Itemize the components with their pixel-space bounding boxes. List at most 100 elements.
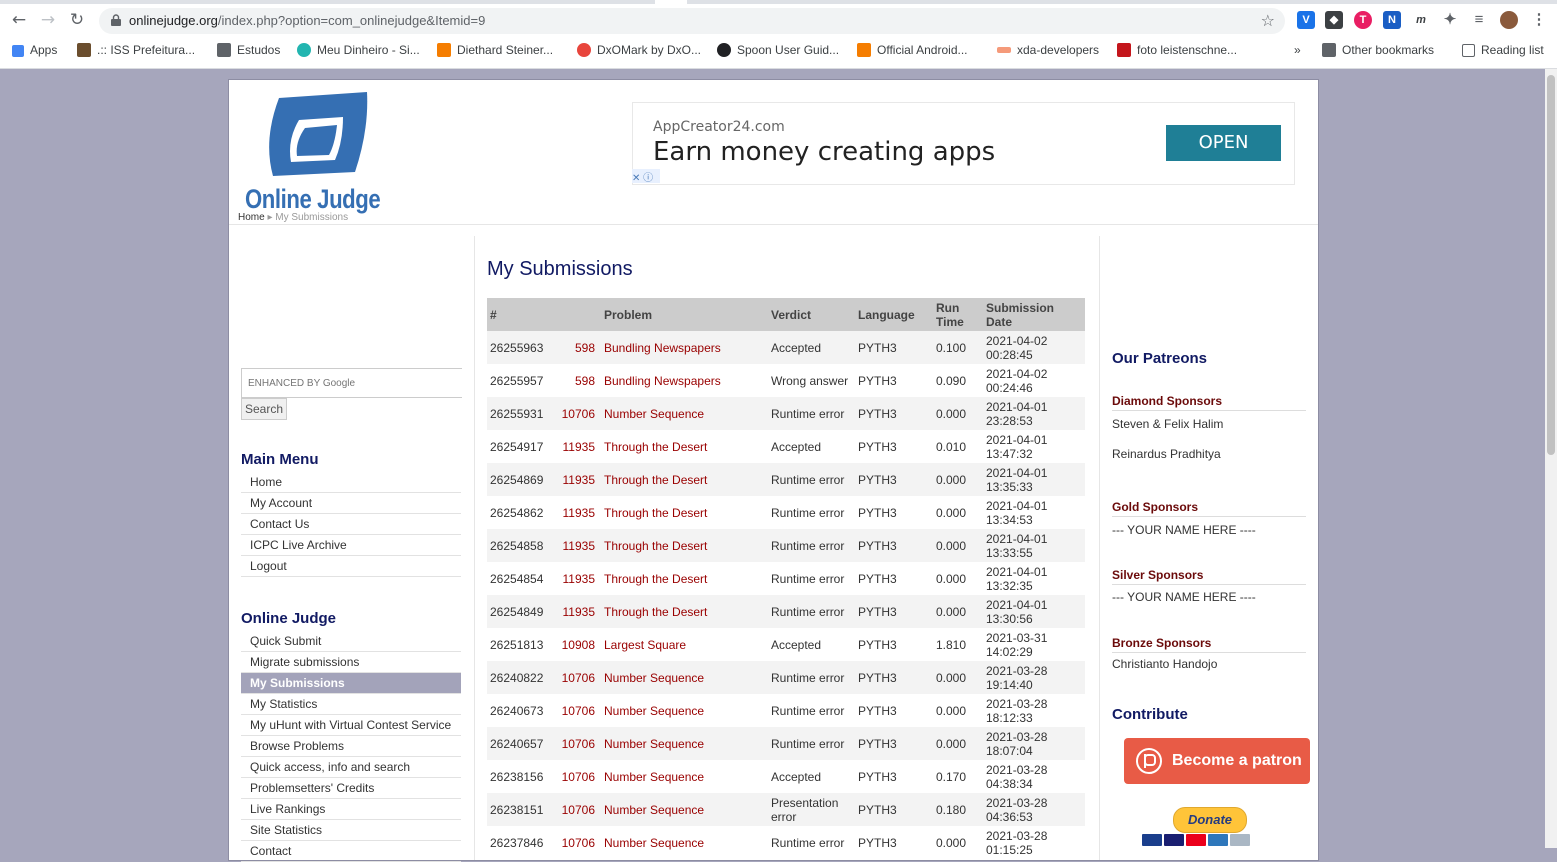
submission-id: 26238151 <box>487 793 555 826</box>
menu-item-my-account[interactable]: My Account <box>241 493 461 514</box>
problem-number[interactable]: 10706 <box>555 661 601 694</box>
site-header: Online Judge Home ▸ My Submissions AppCr… <box>229 80 1318 225</box>
run-time: 0.100 <box>933 331 983 364</box>
menu-item-home[interactable]: Home <box>241 472 461 493</box>
card-icon <box>1142 834 1162 846</box>
problem-title-link[interactable]: Through the Desert <box>601 529 768 562</box>
reload-icon[interactable]: ↻ <box>66 9 88 31</box>
run-time: 0.010 <box>936 439 967 454</box>
problem-number[interactable]: 11935 <box>555 496 601 529</box>
menu-item-contact-us[interactable]: Contact Us <box>241 514 461 535</box>
bookmark-item[interactable]: foto leistenschne... <box>1117 43 1237 57</box>
become-patron-button[interactable]: Become a patron <box>1124 738 1310 784</box>
reading-list[interactable]: Reading list <box>1462 43 1544 57</box>
search-input[interactable] <box>242 369 464 397</box>
menu-item-logout[interactable]: Logout <box>241 556 461 577</box>
problem-title-link[interactable]: Through the Desert <box>601 595 768 628</box>
bookmark-folder[interactable]: Estudos <box>217 43 280 57</box>
language: PYTH3 <box>855 463 933 496</box>
extension-badge-icon[interactable]: N <box>1383 11 1401 29</box>
menu-item-my-statistics[interactable]: My Statistics <box>241 694 461 715</box>
problem-number[interactable]: 11935 <box>555 529 601 562</box>
problem-number[interactable]: 10706 <box>555 397 601 430</box>
extensions-puzzle-icon[interactable]: ✦ <box>1441 11 1459 29</box>
bookmark-item[interactable]: DxOMark by DxO... <box>577 43 701 57</box>
bookmark-item[interactable]: Official Android... <box>857 43 968 57</box>
submission-date-time: 04:36:53 <box>986 809 1033 824</box>
back-icon[interactable]: ← <box>8 9 30 31</box>
problem-title-link[interactable]: Number Sequence <box>601 397 768 430</box>
menu-kebab-icon[interactable]: ⋮ <box>1530 11 1548 29</box>
submission-date: 2021-03-28 19:14:40 <box>983 661 1085 694</box>
problem-title-link[interactable]: Through the Desert <box>601 430 768 463</box>
menu-item-contact[interactable]: Contact <box>241 841 461 862</box>
problem-number[interactable]: 10706 <box>555 826 601 859</box>
address-bar[interactable]: onlinejudge.org/index.php?option=com_onl… <box>99 8 1285 34</box>
problem-title-link[interactable]: Through the Desert <box>601 463 768 496</box>
problem-title-link[interactable]: Bundling Newspapers <box>601 331 768 364</box>
forward-icon[interactable]: → <box>37 9 59 31</box>
extension-m-icon[interactable]: m <box>1412 11 1430 29</box>
bookmark-item[interactable]: Diethard Steiner... <box>437 43 553 57</box>
breadcrumb-home[interactable]: Home <box>238 212 265 223</box>
problem-number[interactable]: 10706 <box>555 793 601 826</box>
bookmark-item[interactable]: xda-developers <box>997 43 1099 57</box>
bookmark-item[interactable]: .:: ISS Prefeitura... <box>77 43 195 57</box>
ad-open-button[interactable]: OPEN <box>1166 125 1281 161</box>
reading-mode-icon[interactable]: ≡ <box>1470 11 1488 29</box>
menu-item-my-submissions[interactable]: My Submissions <box>241 673 461 694</box>
problem-title-link[interactable]: Number Sequence <box>601 760 768 793</box>
bookmark-item[interactable]: Spoon User Guid... <box>717 43 839 57</box>
problem-title-link[interactable]: Through the Desert <box>601 562 768 595</box>
search-button[interactable]: Search <box>241 398 287 420</box>
menu-item-problemsetters-credits[interactable]: Problemsetters' Credits <box>241 778 461 799</box>
run-time: 0.000 <box>933 727 983 760</box>
menu-item-quick-submit[interactable]: Quick Submit <box>241 631 461 652</box>
bookmark-star-icon[interactable]: ☆ <box>1261 11 1275 30</box>
problem-title-link[interactable]: Bundling Newspapers <box>601 364 768 397</box>
problem-number[interactable]: 598 <box>555 364 601 397</box>
menu-item-browse-problems[interactable]: Browse Problems <box>241 736 461 757</box>
problem-number[interactable]: 598 <box>555 331 601 364</box>
donate-button[interactable]: Donate <box>1173 807 1247 833</box>
menu-item-uhunt[interactable]: My uHunt with Virtual Contest Service <box>241 715 461 736</box>
problem-number[interactable]: 10706 <box>555 760 601 793</box>
more-bookmarks-icon[interactable]: » <box>1294 43 1301 57</box>
scrollbar-thumb[interactable] <box>1547 75 1555 455</box>
menu-item-site-statistics[interactable]: Site Statistics <box>241 820 461 841</box>
menu-item-icpc-live-archive[interactable]: ICPC Live Archive <box>241 535 461 556</box>
problem-title-link[interactable]: Number Sequence <box>601 826 768 859</box>
problem-number[interactable]: 11935 <box>555 463 601 496</box>
verdict: Runtime error <box>768 463 855 496</box>
menu-item-live-rankings[interactable]: Live Rankings <box>241 799 461 820</box>
other-bookmarks[interactable]: Other bookmarks <box>1322 43 1434 57</box>
problem-title-link[interactable]: Number Sequence <box>601 661 768 694</box>
gold-sponsors-heading: Gold Sponsors <box>1112 500 1306 517</box>
problem-number[interactable]: 11935 <box>555 562 601 595</box>
apps-grid-icon <box>12 45 24 57</box>
extension-vpn-icon[interactable]: V <box>1297 11 1315 29</box>
extension-cat-icon[interactable]: ◆ <box>1325 11 1343 29</box>
problem-title-link[interactable]: Largest Square <box>601 628 768 661</box>
problem-title-link[interactable]: Number Sequence <box>601 727 768 760</box>
problem-number[interactable]: 11935 <box>555 430 601 463</box>
menu-item-quick-access[interactable]: Quick access, info and search <box>241 757 461 778</box>
column-divider <box>474 236 475 860</box>
page-scrollbar[interactable] <box>1545 69 1557 848</box>
problem-title-link[interactable]: Through the Desert <box>601 496 768 529</box>
problem-number[interactable]: 11935 <box>555 595 601 628</box>
bookmark-item[interactable]: Meu Dinheiro - Si... <box>297 43 420 57</box>
advertisement[interactable]: AppCreator24.com Earn money creating app… <box>632 102 1295 185</box>
menu-item-migrate-submissions[interactable]: Migrate submissions <box>241 652 461 673</box>
problem-number[interactable]: 10706 <box>555 727 601 760</box>
submission-date-day: 2021-03-28 <box>986 762 1048 777</box>
bookmark-apps[interactable]: Apps <box>12 43 57 57</box>
problem-title-link[interactable]: Number Sequence <box>601 694 768 727</box>
problem-number[interactable]: 10908 <box>555 628 601 661</box>
ad-choices-icon[interactable]: ✕ ⓘ <box>632 169 660 184</box>
extension-tick-icon[interactable]: T <box>1354 11 1372 29</box>
profile-avatar[interactable] <box>1500 11 1518 29</box>
problem-number[interactable]: 10706 <box>555 694 601 727</box>
problem-title-link[interactable]: Number Sequence <box>601 793 768 826</box>
submission-id: 26254917 <box>490 439 544 454</box>
